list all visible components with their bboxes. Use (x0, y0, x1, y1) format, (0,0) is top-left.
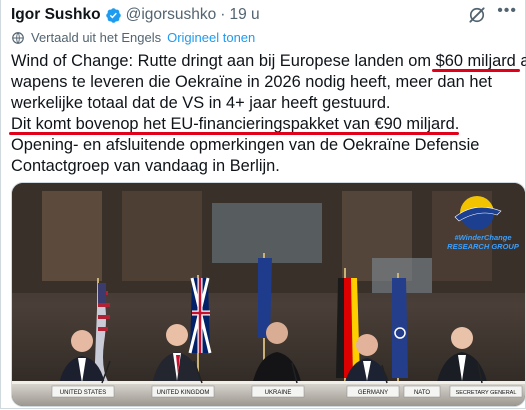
svg-text:UNITED STATES: UNITED STATES (60, 390, 106, 396)
show-original-link[interactable]: Origineel tonen (167, 30, 255, 45)
svg-text:UKRAINE: UKRAINE (265, 390, 292, 396)
nameplate-secretary-general: SECRETARY GENERAL (449, 385, 523, 398)
translation-bar: Vertaald uit het Engels Origineel tonen (11, 30, 255, 45)
nameplate-ukraine: UKRAINE (251, 385, 305, 398)
tweet-line-6: Contactgroep van vandaag in Berlijn. (11, 157, 280, 175)
nato-flag (392, 273, 408, 388)
author-handle[interactable]: @igorsushko (126, 6, 217, 24)
tweet-line-3: werkelijke totaal dat de VS in 4+ jaar h… (11, 94, 391, 112)
tweet-media-image[interactable]: UNITED STATES UNITED KINGDOM UKRAINE GER… (11, 182, 526, 407)
separator-dot: · (220, 6, 226, 23)
highlight-amount-60: $60 miljard (431, 52, 520, 72)
nameplate-uk: UNITED KINGDOM (151, 385, 215, 398)
watermark: #WinderChange RESEARCH GROUP (447, 193, 519, 251)
more-options-icon[interactable]: ••• (497, 2, 517, 20)
tweet-line-4: Dit komt bovenop het EU-financieringspak… (9, 115, 460, 135)
translation-label: Vertaald uit het Engels (31, 30, 162, 45)
nameplate-germany: GERMANY (346, 385, 400, 398)
svg-text:NATO: NATO (414, 390, 430, 396)
svg-text:UNITED KINGDOM: UNITED KINGDOM (157, 390, 210, 396)
svg-text:SECRETARY GENERAL: SECRETARY GENERAL (456, 390, 517, 396)
nameplate-nato: NATO (403, 385, 441, 398)
translate-icon (12, 31, 24, 44)
watermark-line-1: #WinderChange (454, 233, 512, 242)
tweet-line-5: Opening- en afsluitende opmerkingen van … (11, 136, 480, 154)
nameplate-us: UNITED STATES (51, 385, 115, 398)
tweet-card: Igor Sushko @igorsushko · 19 u ••• Verta… (0, 0, 526, 409)
tweet-header: Igor Sushko @igorsushko · 19 u (11, 4, 260, 26)
grok-icon[interactable] (467, 5, 487, 25)
author-name[interactable]: Igor Sushko (11, 6, 101, 24)
tweet-text: Wind of Change: Rutte dringt aan bij Eur… (9, 51, 526, 177)
svg-text:GERMANY: GERMANY (358, 390, 388, 396)
tweet-line-1: Wind of Change: Rutte dringt aan bij Eur… (11, 52, 526, 72)
verified-badge-icon (105, 7, 121, 23)
tweet-line-2: wapens te leveren die Oekraïne in 2026 n… (11, 73, 493, 91)
watermark-logo-icon (454, 196, 502, 230)
timestamp[interactable]: 19 u (229, 6, 259, 24)
watermark-line-2: RESEARCH GROUP (447, 242, 519, 251)
highlight-eu-package: Dit komt bovenop het EU-financieringspak… (9, 115, 459, 135)
